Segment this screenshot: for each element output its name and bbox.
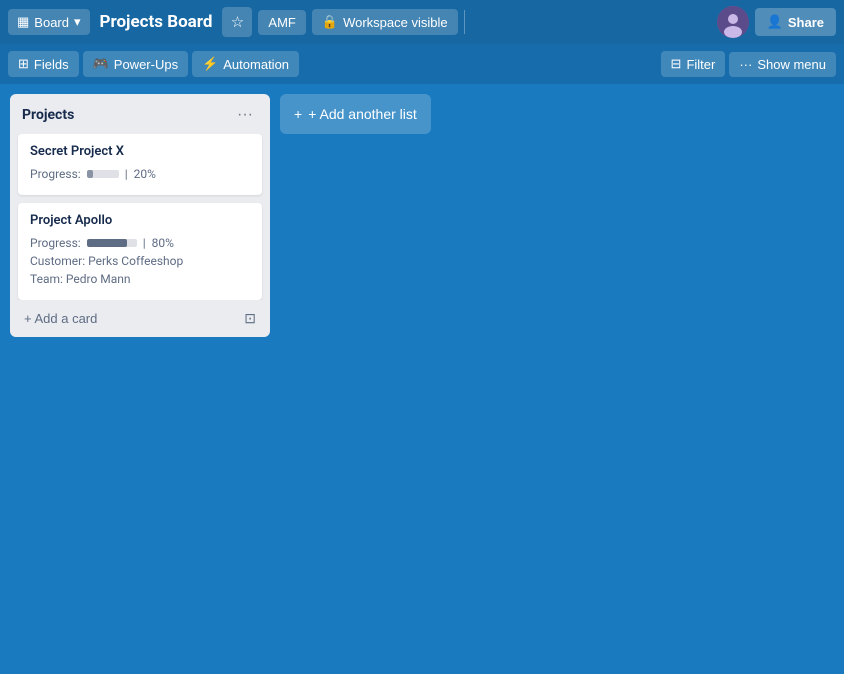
- amf-label: AMF: [268, 15, 295, 30]
- list-menu-button[interactable]: ···: [232, 104, 258, 126]
- filter-button[interactable]: ⊟ Filter: [661, 51, 726, 77]
- list-cards: Secret Project X Progress: | 20% Project…: [10, 134, 270, 300]
- card-team-field: Team: Pedro Mann: [30, 272, 250, 286]
- list-header: Projects ···: [10, 94, 270, 134]
- avatar-image: [717, 6, 749, 38]
- automation-button[interactable]: ⚡ Automation: [192, 51, 299, 77]
- workspace-visible-button[interactable]: 🔒 Workspace visible: [312, 9, 458, 35]
- separator: |: [143, 236, 146, 250]
- progress-bar-fill: [87, 239, 127, 247]
- lock-icon: 🔒: [322, 14, 338, 30]
- star-icon: ☆: [231, 13, 244, 31]
- card-progress-field: Progress: | 80%: [30, 236, 250, 250]
- header: ▦ Board ▾ Projects Board ☆ AMF 🔒 Workspa…: [0, 0, 844, 44]
- person-icon: 👤: [767, 14, 783, 30]
- chevron-down-icon: ▾: [74, 14, 81, 30]
- table-row[interactable]: Secret Project X Progress: | 20%: [18, 134, 262, 195]
- show-menu-button[interactable]: ··· Show menu: [729, 52, 836, 77]
- amf-button[interactable]: AMF: [258, 10, 305, 35]
- board-label: Board: [34, 15, 69, 30]
- list-menu-icon: ···: [237, 106, 253, 123]
- progress-value: 80%: [152, 236, 174, 250]
- automation-label: Automation: [223, 57, 289, 72]
- fields-label: Fields: [34, 57, 69, 72]
- progress-bar-container: [87, 170, 119, 178]
- card-title: Project Apollo: [30, 213, 250, 228]
- plus-icon: +: [294, 106, 302, 122]
- filter-label: Filter: [686, 57, 715, 72]
- progress-value: 20%: [134, 167, 156, 181]
- star-button[interactable]: ☆: [222, 7, 252, 37]
- progress-bar-track: [87, 239, 137, 247]
- progress-bar-fill: [87, 170, 93, 178]
- list-footer: + Add a card ⊡: [10, 300, 270, 337]
- board-icon: ▦: [17, 14, 29, 30]
- header-divider: [464, 10, 465, 34]
- progress-bar-track: [87, 170, 119, 178]
- dots-icon: ···: [739, 57, 752, 72]
- add-list-label: + Add another list: [308, 106, 417, 122]
- avatar[interactable]: [717, 6, 749, 38]
- filter-icon: ⊟: [671, 56, 682, 72]
- fields-button[interactable]: ⊞ Fields: [8, 51, 79, 77]
- card-customer-field: Customer: Perks Coffeeshop: [30, 254, 250, 268]
- share-label: Share: [788, 15, 824, 30]
- table-row[interactable]: Project Apollo Progress: | 80% Customer:…: [18, 203, 262, 300]
- workspace-label: Workspace visible: [343, 15, 448, 30]
- card-title: Secret Project X: [30, 144, 250, 159]
- team-label: Team: Pedro Mann: [30, 272, 131, 286]
- list-title: Projects: [22, 107, 74, 123]
- customer-label: Customer: Perks Coffeeshop: [30, 254, 183, 268]
- separator: |: [125, 167, 128, 181]
- add-card-label: + Add a card: [24, 311, 97, 326]
- powerups-button[interactable]: 🎮 Power-Ups: [83, 51, 188, 77]
- projects-list: Projects ··· Secret Project X Progress: …: [10, 94, 270, 337]
- page-title: Projects Board: [100, 12, 213, 32]
- card-progress-field: Progress: | 20%: [30, 167, 250, 181]
- card-template-button[interactable]: ⊡: [238, 306, 262, 331]
- powerups-label: Power-Ups: [114, 57, 178, 72]
- lightning-icon: ⚡: [202, 56, 218, 72]
- progress-bar-container: [87, 239, 137, 247]
- template-icon: ⊡: [244, 310, 256, 326]
- add-list-button[interactable]: + + Add another list: [280, 94, 431, 134]
- progress-label: Progress:: [30, 236, 81, 250]
- share-button[interactable]: 👤 Share: [755, 8, 836, 36]
- show-menu-label: Show menu: [757, 57, 826, 72]
- board-button[interactable]: ▦ Board ▾: [8, 9, 90, 35]
- progress-label: Progress:: [30, 167, 81, 181]
- board-content: Projects ··· Secret Project X Progress: …: [0, 84, 844, 674]
- add-card-button[interactable]: + Add a card: [18, 307, 103, 330]
- fields-icon: ⊞: [18, 56, 29, 72]
- toolbar: ⊞ Fields 🎮 Power-Ups ⚡ Automation ⊟ Filt…: [0, 44, 844, 84]
- powerups-icon: 🎮: [93, 56, 109, 72]
